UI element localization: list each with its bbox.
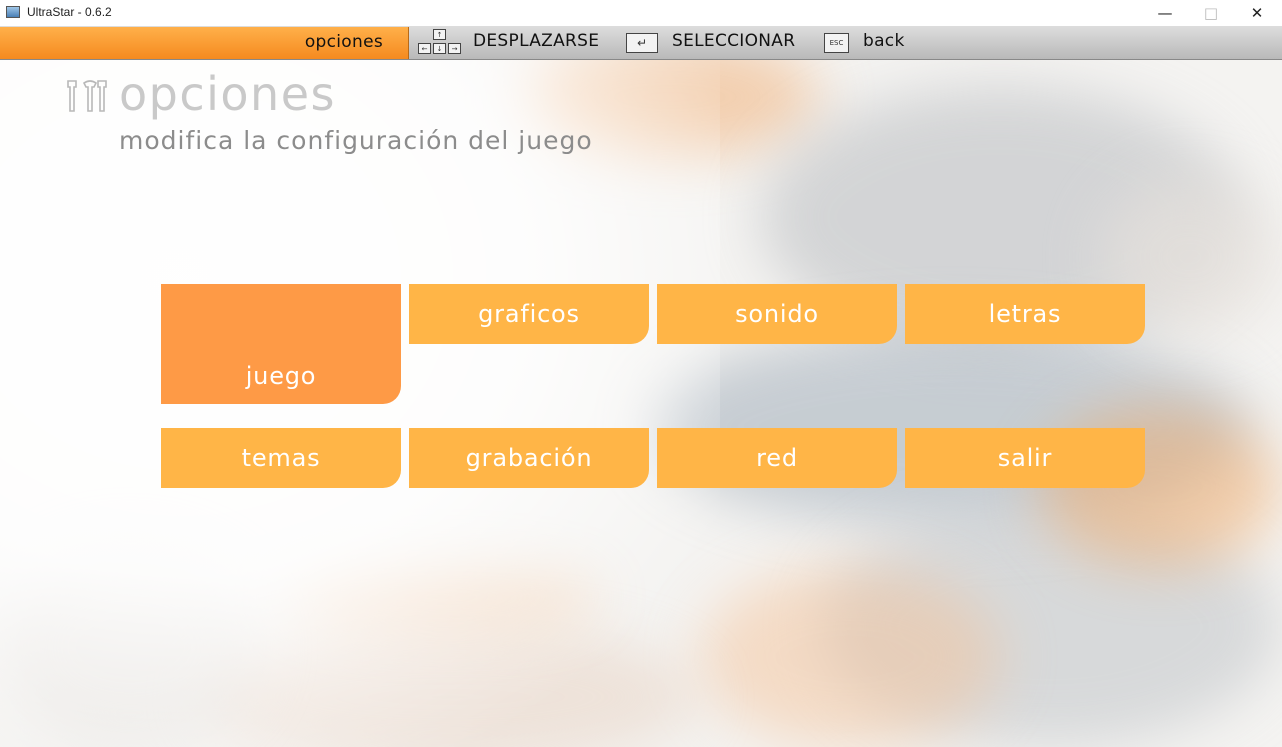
- window-title: UltraStar - 0.6.2: [27, 5, 112, 19]
- minimize-button[interactable]: —: [1142, 0, 1188, 26]
- page-title: opciones: [119, 67, 336, 121]
- section-tab: opciones: [0, 27, 409, 59]
- enter-key-icon: ↵: [626, 33, 658, 53]
- hint-select-label: SELECCIONAR: [672, 31, 796, 51]
- hint-navigate-label: DESPLAZARSE: [473, 31, 600, 51]
- esc-key-icon: ESC: [824, 33, 849, 53]
- app-canvas: opciones ↑ ← ↓ → DESPLAZARSE ↵ SELECCION…: [0, 27, 1282, 747]
- menu-button-graficos[interactable]: graficos: [409, 284, 649, 344]
- menu-button-juego[interactable]: juego: [161, 284, 401, 404]
- window-titlebar: UltraStar - 0.6.2 — □ ✕: [0, 0, 1282, 27]
- menu-button-grabacion[interactable]: grabación: [409, 428, 649, 488]
- close-button[interactable]: ✕: [1234, 0, 1280, 26]
- hint-back-label: back: [863, 31, 905, 51]
- arrow-keys-icon: ↑ ← ↓ →: [418, 29, 464, 57]
- app-icon: [6, 6, 20, 18]
- menu-button-salir[interactable]: salir: [905, 428, 1145, 488]
- menu-button-temas[interactable]: temas: [161, 428, 401, 488]
- section-label: opciones: [304, 32, 383, 52]
- menu-button-letras[interactable]: letras: [905, 284, 1145, 344]
- maximize-button[interactable]: □: [1188, 0, 1234, 26]
- menu-button-sonido[interactable]: sonido: [657, 284, 897, 344]
- tools-icon: [67, 80, 107, 112]
- page-subtitle: modifica la configuración del juego: [119, 126, 593, 155]
- top-bar: opciones ↑ ← ↓ → DESPLAZARSE ↵ SELECCION…: [0, 27, 1282, 60]
- menu-button-red[interactable]: red: [657, 428, 897, 488]
